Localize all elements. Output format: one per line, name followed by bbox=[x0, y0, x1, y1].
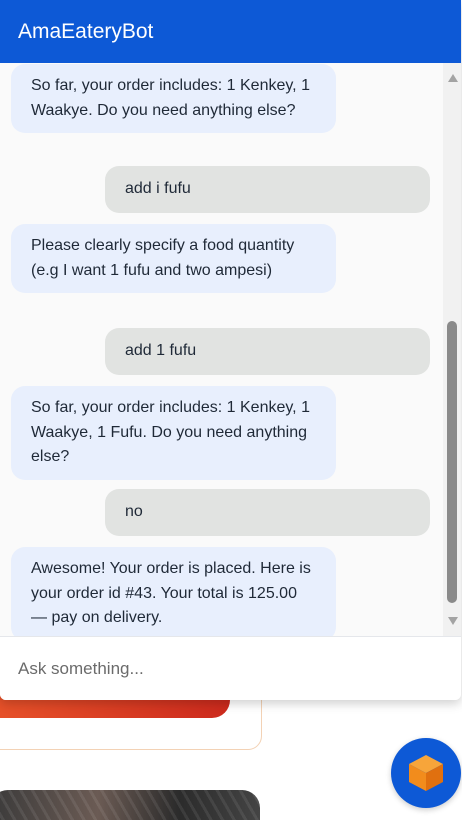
bot-message: Please clearly specify a food quantity (… bbox=[11, 224, 336, 293]
bot-message: So far, your order includes: 1 Kenkey, 1… bbox=[11, 64, 336, 133]
bot-message: So far, your order includes: 1 Kenkey, 1… bbox=[11, 386, 336, 480]
chat-input-bar bbox=[0, 636, 461, 700]
chat-title: AmaEateryBot bbox=[18, 19, 154, 43]
chat-header: AmaEateryBot bbox=[0, 0, 461, 63]
bot-message: Awesome! Your order is placed. Here is y… bbox=[11, 547, 336, 636]
chat-launcher-button[interactable] bbox=[391, 738, 461, 808]
user-message: add i fufu bbox=[105, 166, 430, 213]
message-list: So far, your order includes: 1 Kenkey, 1… bbox=[0, 63, 443, 636]
cube-icon bbox=[409, 755, 443, 791]
scroll-thumb[interactable] bbox=[447, 321, 457, 603]
chat-widget: AmaEateryBot So far, your order includes… bbox=[0, 0, 461, 700]
message-scrollbar[interactable] bbox=[443, 63, 461, 636]
user-message: add 1 fufu bbox=[105, 328, 430, 375]
user-message: no bbox=[105, 489, 430, 536]
chat-input[interactable] bbox=[0, 637, 461, 700]
background-food-image bbox=[0, 790, 260, 820]
scroll-up-arrow-icon[interactable] bbox=[448, 74, 458, 82]
scroll-down-arrow-icon[interactable] bbox=[448, 617, 458, 625]
